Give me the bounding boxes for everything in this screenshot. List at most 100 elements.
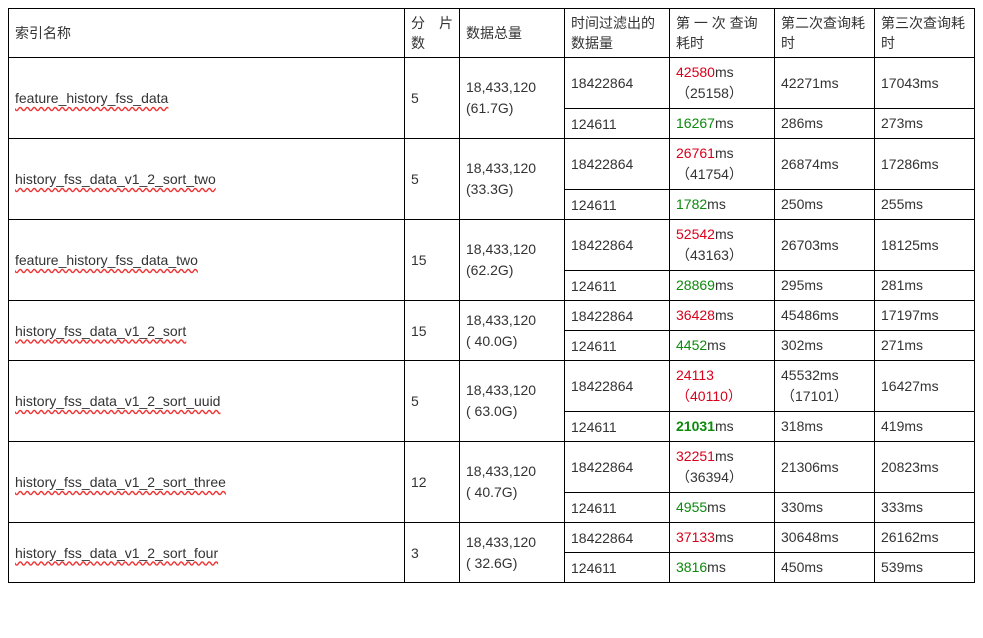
first-query-value: 4452 <box>676 337 707 353</box>
table-row: history_fss_data_v1_2_sort1518,433,120( … <box>9 301 975 331</box>
first-query-value: 3816 <box>676 559 707 575</box>
first-query-value: 16267 <box>676 115 715 131</box>
table-row: history_fss_data_v1_2_sort_four318,433,1… <box>9 523 975 553</box>
first-query-value: 37133 <box>676 529 715 545</box>
cell-first-query: 1782ms <box>670 190 775 220</box>
table-head-row: 索引名称 分 片数 数据总量 时间过滤出的数据量 第 一 次 查询耗时 第二次查… <box>9 9 975 58</box>
index-name-text: feature_history_fss_data <box>15 90 168 106</box>
cell-second-query: 26703ms <box>775 220 875 271</box>
col-second-query: 第二次查询耗时 <box>775 9 875 58</box>
cell-filtered: 18422864 <box>565 523 670 553</box>
first-query-paren: （40110） <box>676 388 742 404</box>
cell-second-query: 302ms <box>775 331 875 361</box>
col-index-name: 索引名称 <box>9 9 405 58</box>
cell-shards: 15 <box>405 301 460 361</box>
cell-third-query: 281ms <box>875 271 975 301</box>
cell-filtered: 124611 <box>565 271 670 301</box>
first-query-value: 32251 <box>676 448 715 464</box>
cell-second-query: 21306ms <box>775 442 875 493</box>
cell-first-query: 4955ms <box>670 493 775 523</box>
cell-second-query: 250ms <box>775 190 875 220</box>
first-query-value: 4955 <box>676 499 707 515</box>
first-query-value: 36428 <box>676 307 715 323</box>
cell-second-query: 330ms <box>775 493 875 523</box>
cell-shards: 12 <box>405 442 460 523</box>
col-total-data: 数据总量 <box>460 9 565 58</box>
cell-filtered: 124611 <box>565 553 670 583</box>
cell-second-query: 286ms <box>775 109 875 139</box>
table-row: history_fss_data_v1_2_sort_two518,433,12… <box>9 139 975 190</box>
cell-first-query: 21031ms <box>670 412 775 442</box>
cell-total-data: 18,433,120(33.3G) <box>460 139 565 220</box>
cell-filtered: 124611 <box>565 190 670 220</box>
index-name-text: history_fss_data_v1_2_sort <box>15 323 186 339</box>
index-name-text: history_fss_data_v1_2_sort_three <box>15 474 226 490</box>
cell-first-query: 32251ms（36394） <box>670 442 775 493</box>
col-time-filtered: 时间过滤出的数据量 <box>565 9 670 58</box>
first-query-value: 24113 <box>676 367 714 383</box>
index-name-text: history_fss_data_v1_2_sort_two <box>15 171 216 187</box>
first-query-value: 1782 <box>676 196 707 212</box>
first-query-value: 28869 <box>676 277 715 293</box>
cell-total-data: 18,433,120(61.7G) <box>460 58 565 139</box>
cell-filtered: 18422864 <box>565 301 670 331</box>
cell-first-query: 52542ms（43163） <box>670 220 775 271</box>
cell-total-data: 18,433,120( 63.0G) <box>460 361 565 442</box>
cell-filtered: 18422864 <box>565 442 670 493</box>
cell-first-query: 4452ms <box>670 331 775 361</box>
cell-filtered: 124611 <box>565 109 670 139</box>
first-query-paren: （41754） <box>676 166 743 182</box>
cell-total-data: 18,433,120( 32.6G) <box>460 523 565 583</box>
cell-third-query: 419ms <box>875 412 975 442</box>
cell-index-name: history_fss_data_v1_2_sort_two <box>9 139 405 220</box>
cell-third-query: 17043ms <box>875 58 975 109</box>
cell-second-query: 42271ms <box>775 58 875 109</box>
cell-index-name: feature_history_fss_data_two <box>9 220 405 301</box>
index-name-text: history_fss_data_v1_2_sort_uuid <box>15 393 220 409</box>
cell-third-query: 26162ms <box>875 523 975 553</box>
cell-first-query: 37133ms <box>670 523 775 553</box>
cell-shards: 5 <box>405 58 460 139</box>
first-query-paren: （36394） <box>676 469 743 485</box>
col-third-query: 第三次查询耗时 <box>875 9 975 58</box>
cell-shards: 5 <box>405 361 460 442</box>
cell-third-query: 273ms <box>875 109 975 139</box>
first-query-value: 21031 <box>676 418 715 434</box>
cell-filtered: 18422864 <box>565 58 670 109</box>
col-first-query: 第 一 次 查询耗时 <box>670 9 775 58</box>
cell-total-data: 18,433,120( 40.0G) <box>460 301 565 361</box>
index-name-text: history_fss_data_v1_2_sort_four <box>15 545 218 561</box>
cell-second-query: 295ms <box>775 271 875 301</box>
first-query-value: 42580 <box>676 64 715 80</box>
first-query-paren: （25158） <box>676 85 743 101</box>
first-query-value: 52542 <box>676 226 715 242</box>
cell-second-query: 45532ms（17101） <box>775 361 875 412</box>
cell-third-query: 18125ms <box>875 220 975 271</box>
cell-third-query: 17286ms <box>875 139 975 190</box>
first-query-paren: （43163） <box>676 247 743 263</box>
table-body: feature_history_fss_data518,433,120(61.7… <box>9 58 975 583</box>
cell-third-query: 17197ms <box>875 301 975 331</box>
cell-first-query: 28869ms <box>670 271 775 301</box>
cell-third-query: 20823ms <box>875 442 975 493</box>
cell-third-query: 271ms <box>875 331 975 361</box>
cell-first-query: 26761ms（41754） <box>670 139 775 190</box>
cell-second-query: 30648ms <box>775 523 875 553</box>
table-row: feature_history_fss_data518,433,120(61.7… <box>9 58 975 109</box>
table-row: history_fss_data_v1_2_sort_three1218,433… <box>9 442 975 493</box>
cell-second-query-paren: （17101） <box>781 388 848 404</box>
cell-filtered: 124611 <box>565 412 670 442</box>
cell-second-query: 45486ms <box>775 301 875 331</box>
cell-first-query: 3816ms <box>670 553 775 583</box>
cell-shards: 3 <box>405 523 460 583</box>
cell-shards: 15 <box>405 220 460 301</box>
cell-filtered: 124611 <box>565 331 670 361</box>
performance-table: 索引名称 分 片数 数据总量 时间过滤出的数据量 第 一 次 查询耗时 第二次查… <box>8 8 975 583</box>
cell-total-data: 18,433,120( 40.7G) <box>460 442 565 523</box>
cell-second-query: 318ms <box>775 412 875 442</box>
cell-index-name: history_fss_data_v1_2_sort <box>9 301 405 361</box>
cell-first-query: 16267ms <box>670 109 775 139</box>
cell-filtered: 18422864 <box>565 361 670 412</box>
cell-filtered: 18422864 <box>565 220 670 271</box>
cell-second-query: 26874ms <box>775 139 875 190</box>
